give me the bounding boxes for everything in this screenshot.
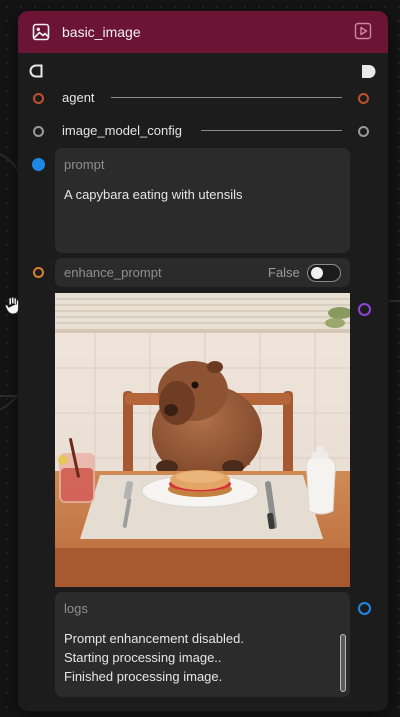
node-title: basic_image — [62, 24, 141, 40]
image-model-config-input-port[interactable] — [33, 126, 44, 137]
prompt-value[interactable]: A capybara eating with utensils — [64, 185, 243, 204]
image-icon — [32, 23, 50, 41]
image-model-config-divider — [201, 130, 342, 131]
output-wire — [386, 300, 400, 302]
image-model-config-output-port[interactable] — [358, 126, 369, 137]
enhance-prompt-label: enhance_prompt — [64, 265, 162, 280]
enhance-prompt-value-label: False — [268, 265, 300, 280]
enhance-prompt-toggle[interactable] — [307, 264, 341, 282]
agent-divider — [111, 97, 342, 98]
node-canvas[interactable]: basic_image agent image_model_config pro… — [0, 0, 400, 717]
background-wire — [0, 395, 18, 397]
agent-label: agent — [62, 90, 95, 105]
basic-image-node[interactable]: basic_image agent image_model_config pro… — [18, 11, 388, 711]
flow-output-port[interactable] — [361, 64, 376, 84]
logs-output-port[interactable] — [358, 602, 371, 615]
logs-label: logs — [64, 601, 88, 616]
image-model-config-label: image_model_config — [62, 123, 182, 138]
log-line: Finished processing image. — [64, 669, 223, 684]
enhance-prompt-row[interactable]: enhance_prompt False — [55, 258, 350, 287]
agent-input-port[interactable] — [33, 93, 44, 104]
enhance-prompt-input-port[interactable] — [33, 267, 44, 278]
agent-output-port[interactable] — [358, 93, 369, 104]
log-line: Prompt enhancement disabled. — [64, 631, 244, 646]
log-line: Starting processing image.. — [64, 650, 222, 665]
logs-scrollbar[interactable] — [340, 634, 346, 692]
play-square-icon[interactable] — [354, 22, 372, 40]
image-output-port[interactable] — [358, 303, 371, 316]
node-header[interactable]: basic_image — [18, 11, 388, 53]
prompt-textarea[interactable]: prompt A capybara eating with utensils — [55, 148, 350, 253]
prompt-input-port[interactable] — [32, 158, 45, 171]
toggle-knob — [311, 267, 323, 279]
hand-cursor-icon — [4, 296, 22, 321]
logs-panel[interactable]: logs Prompt enhancement disabled. Starti… — [55, 592, 350, 697]
prompt-label: prompt — [64, 157, 105, 172]
capybara-image — [55, 293, 350, 587]
flow-input-port[interactable] — [29, 64, 43, 83]
